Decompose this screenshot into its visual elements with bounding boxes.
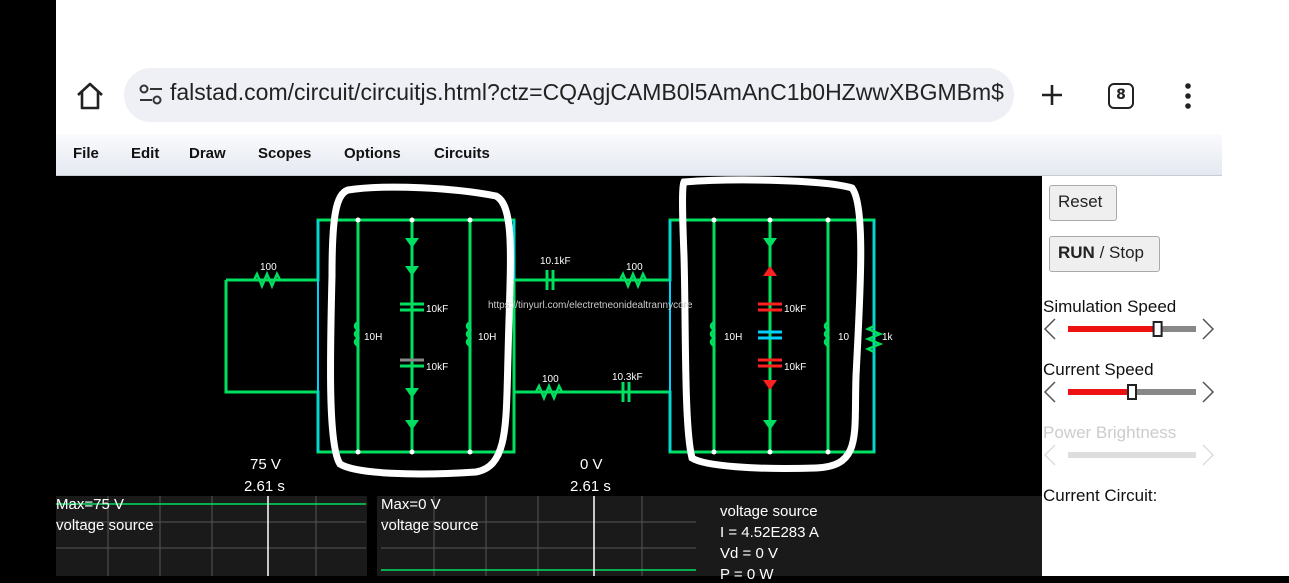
power-brightness-label: Power Brightness: [1043, 423, 1177, 442]
scope-2-max: Max=0 V: [381, 496, 441, 513]
sim-speed-label: Simulation Speed: [1043, 297, 1177, 316]
current-speed-thumb: [1127, 384, 1137, 400]
label-left-ind2: 10H: [478, 332, 497, 343]
scope-panel[interactable]: Max=75 V voltage source Max=0 V voltage …: [56, 496, 1042, 583]
scope-1-max: Max=75 V: [56, 496, 124, 513]
label-cap-top-mid: 10.1kF: [540, 256, 571, 267]
label-left-ind1: 10H: [364, 332, 383, 343]
tabs-icon[interactable]: 8: [1108, 83, 1134, 109]
menu-file[interactable]: File: [73, 145, 99, 162]
address-bar[interactable]: falstad.com/circuit/circuitjs.html?ctz=C…: [124, 68, 1014, 122]
scope-1-name: voltage source: [56, 517, 154, 534]
url-text[interactable]: falstad.com/circuit/circuitjs.html?ctz=C…: [170, 79, 1004, 106]
current-speed-label: Current Speed: [1043, 360, 1154, 379]
label-cap-bottom-mid: 10.3kF: [612, 372, 643, 383]
menu-bar: File Edit Draw Scopes Options Circuits: [56, 134, 1222, 176]
label-right-ind2: 10: [838, 332, 850, 343]
right-white-edge: [1222, 0, 1289, 576]
control-panel: Reset RUN / Stop Simulation Speed Curren…: [1042, 176, 1222, 576]
label-r-bottom-mid: 100: [542, 374, 559, 385]
wire-mid-top: [514, 218, 876, 282]
label-r-left: 100: [260, 262, 277, 273]
browser-toolbar: falstad.com/circuit/circuitjs.html?ctz=C…: [0, 0, 1222, 134]
label-right-cap1: 10kF: [784, 304, 807, 315]
menu-options[interactable]: Options: [344, 145, 401, 162]
label-left-cap2: 10kF: [426, 362, 449, 373]
menu-edit[interactable]: Edit: [131, 145, 159, 162]
current-speed-fill: [1068, 389, 1132, 395]
info-p: P = 0 W: [720, 566, 774, 583]
label-r-top-mid: 100: [626, 262, 643, 273]
label-right-cap2: 10kF: [784, 362, 807, 373]
label-r-right: 1k: [882, 332, 893, 343]
left-black-edge: [0, 0, 56, 576]
info-title: voltage source: [720, 503, 818, 520]
info-current: I = 4.52E283 A: [720, 524, 819, 541]
label-mid-time: 2.61 s: [570, 478, 611, 495]
sim-speed-fill: [1068, 326, 1158, 332]
label-url-text: https://tinyurl.com/electretneonidealtra…: [488, 300, 693, 311]
home-icon[interactable]: [74, 80, 106, 112]
label-left-voltage: 75 V: [250, 456, 281, 473]
sim-speed-slider[interactable]: [1042, 316, 1222, 342]
run-stop-button[interactable]: RUN / Stop: [1049, 236, 1160, 272]
run-label: RUN: [1058, 243, 1095, 262]
menu-scopes[interactable]: Scopes: [258, 145, 311, 162]
sim-speed-right-arrow: [1202, 318, 1215, 340]
label-left-time: 2.61 s: [244, 478, 285, 495]
info-vd: Vd = 0 V: [720, 545, 778, 562]
label-right-ind1: 10H: [724, 332, 743, 343]
sim-speed-left-arrow: [1043, 318, 1056, 340]
menu-draw[interactable]: Draw: [189, 145, 226, 162]
kebab-menu-icon[interactable]: [1176, 81, 1200, 111]
label-left-cap1: 10kF: [426, 304, 449, 315]
stop-label: / Stop: [1099, 243, 1144, 262]
current-circuit-label: Current Circuit:: [1043, 486, 1158, 505]
scope-grid: [56, 496, 696, 576]
menu-circuits[interactable]: Circuits: [434, 145, 490, 162]
plus-icon[interactable]: [1036, 79, 1068, 111]
current-speed-slider[interactable]: [1042, 379, 1222, 405]
reset-button[interactable]: Reset: [1049, 185, 1117, 221]
power-brightness-slider[interactable]: [1042, 442, 1222, 468]
scope-2-name: voltage source: [381, 517, 479, 534]
wire-mid-bottom: [514, 390, 876, 454]
label-mid-voltage: 0 V: [580, 456, 603, 473]
sim-speed-thumb: [1152, 321, 1163, 337]
site-settings-icon[interactable]: [138, 83, 164, 107]
